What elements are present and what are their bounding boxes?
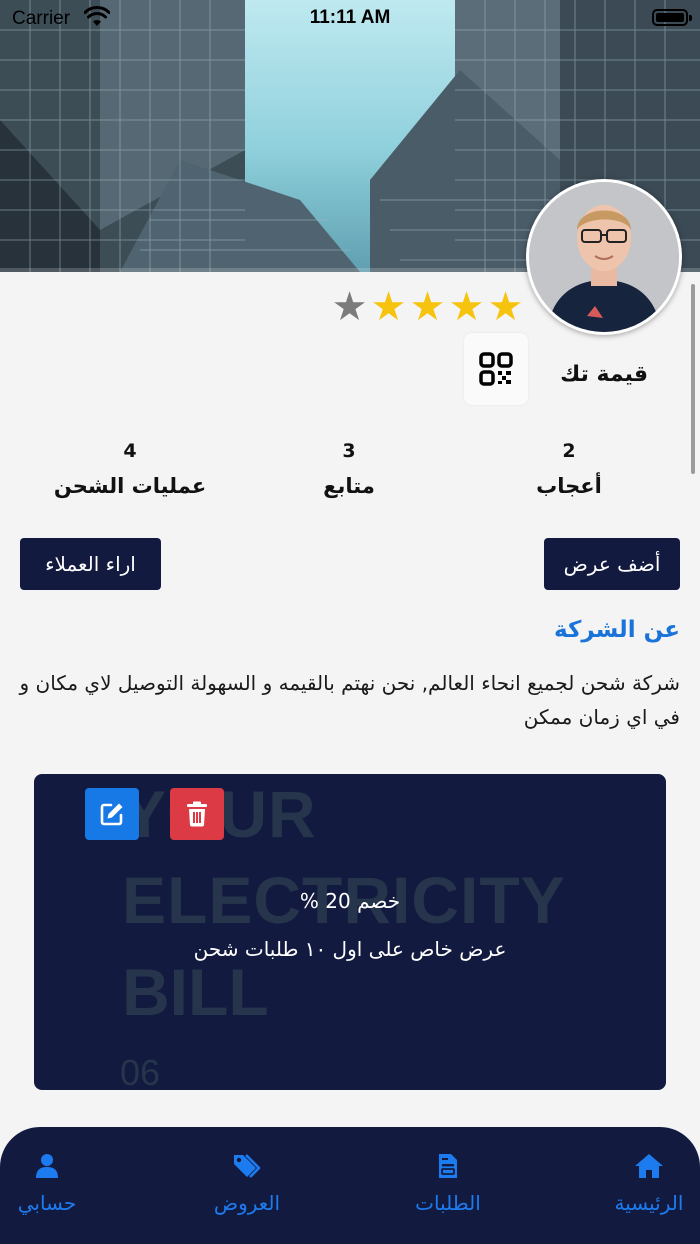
- tab-offers[interactable]: العروض: [182, 1149, 312, 1215]
- tab-home[interactable]: الرئيسية: [584, 1149, 700, 1215]
- offer-bg-line: BILL: [122, 955, 269, 1029]
- stat-followers: 3 متابع: [249, 440, 449, 498]
- trash-icon: [187, 801, 207, 827]
- add-offer-button[interactable]: أضف عرض: [544, 538, 680, 590]
- offer-description: عرض خاص على اول ١٠ طلبات شحن: [193, 937, 507, 961]
- star-filled-icon: ★: [409, 284, 446, 330]
- invoice-icon: [383, 1149, 513, 1183]
- offer-card[interactable]: YOUR ELECTRICITY BILL 06 December 2023 خ…: [34, 774, 666, 1090]
- tags-icon: [182, 1149, 312, 1183]
- person-icon: [0, 1149, 112, 1183]
- edit-icon: [100, 803, 123, 826]
- offer-discount: خصم 20 %: [299, 889, 401, 913]
- qr-code-button[interactable]: [464, 333, 528, 405]
- qr-code-icon: [479, 352, 513, 386]
- tab-label: حسابي: [17, 1191, 77, 1215]
- about-title: عن الشركة: [554, 617, 680, 643]
- stat-likes: 2 أعجاب: [469, 440, 669, 498]
- stat-label: متابع: [323, 474, 375, 498]
- star-empty-icon: ★: [331, 284, 368, 330]
- stat-label: أعجاب: [536, 474, 602, 498]
- tab-label: الرئيسية: [614, 1191, 684, 1215]
- customer-reviews-button[interactable]: اراء العملاء: [20, 538, 161, 590]
- stat-value: 2: [562, 440, 576, 462]
- clock: 11:11 AM: [309, 7, 391, 28]
- tab-label: الطلبات: [415, 1191, 481, 1215]
- battery-icon: [652, 9, 692, 26]
- avatar[interactable]: [526, 179, 682, 335]
- about-text: شركة شحن لجميع انحاء العالم, نحن نهتم با…: [19, 671, 681, 729]
- stat-label: عمليات الشحن: [53, 474, 207, 498]
- company-name: قيمة تك: [560, 362, 648, 387]
- tab-label: العروض: [213, 1191, 281, 1215]
- stat-shipments: 4 عمليات الشحن: [30, 440, 230, 498]
- stat-value: 4: [123, 440, 137, 462]
- star-filled-icon: ★: [487, 284, 524, 330]
- edit-offer-button[interactable]: [85, 788, 139, 840]
- delete-offer-button[interactable]: [170, 788, 224, 840]
- home-icon: [584, 1149, 700, 1183]
- bottom-tab-bar: حسابي العروض الطلبات الرئيسية: [0, 1127, 700, 1244]
- offer-bg-date: 06 December 2023: [120, 1052, 161, 1090]
- avatar-photo: [529, 182, 679, 332]
- star-filled-icon: ★: [448, 284, 485, 330]
- tab-account[interactable]: حسابي: [0, 1149, 112, 1215]
- stat-value: 3: [342, 440, 356, 462]
- star-filled-icon: ★: [370, 284, 407, 330]
- status-bar: Carrier 11:11 AM: [0, 0, 700, 36]
- scrollbar[interactable]: [691, 284, 695, 474]
- rating-stars: ★ ★ ★ ★ ★: [330, 286, 525, 328]
- tab-orders[interactable]: الطلبات: [383, 1149, 513, 1215]
